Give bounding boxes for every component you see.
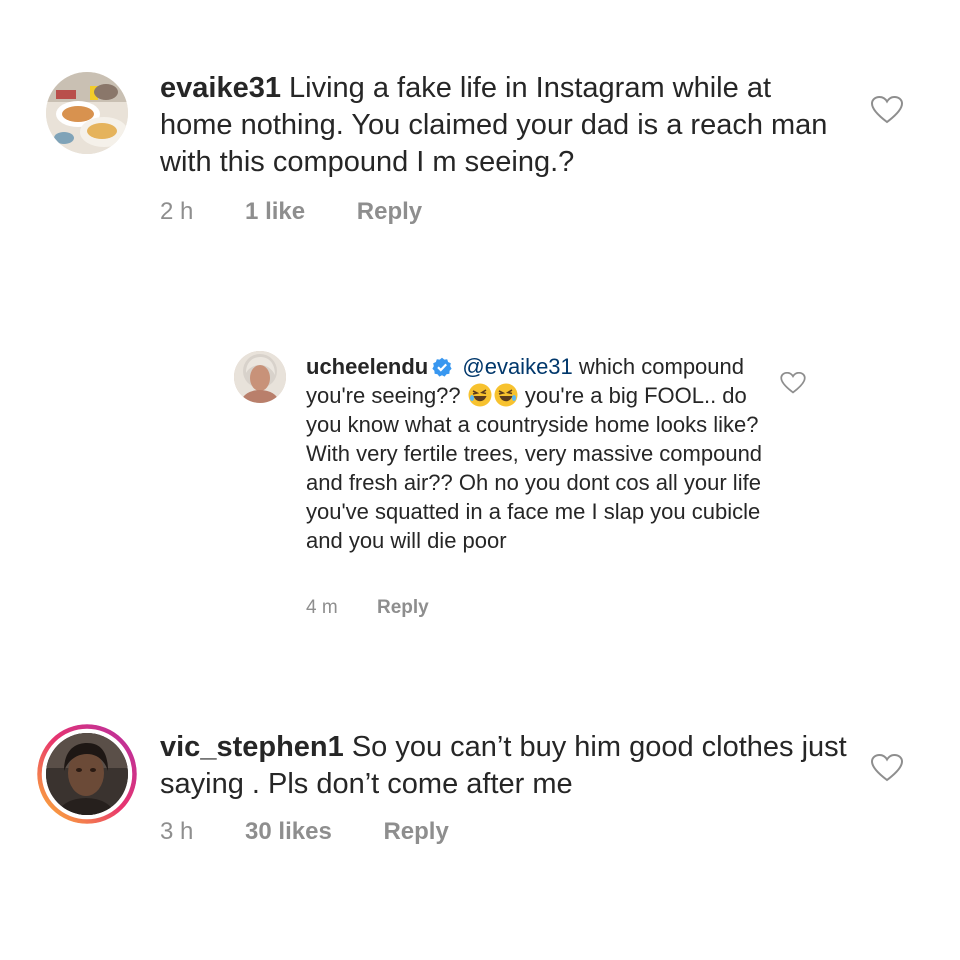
avatar-evaike31[interactable]	[46, 72, 128, 154]
reply-mention[interactable]: @evaike31	[462, 354, 572, 379]
reply-text-part2: you're a big FOOL.. do you know what a c…	[306, 383, 763, 553]
comment-time: 3 h	[160, 818, 194, 845]
heart-outline-icon[interactable]	[780, 372, 806, 394]
heart-outline-icon[interactable]	[871, 96, 903, 124]
verified-badge-icon	[432, 355, 452, 377]
avatar-vic-stephen1[interactable]	[46, 733, 128, 815]
rolling-on-the-floor-laughing-emoji	[493, 382, 519, 408]
reply-body: ucheelendu @evaike31 which compound you'…	[306, 352, 766, 555]
reply-button[interactable]: Reply	[377, 597, 429, 619]
heart-outline-icon[interactable]	[871, 754, 903, 782]
comment-meta: 3 h 30 likes Reply	[160, 818, 449, 846]
comment-body: vic_stephen1 So you can’t buy him good c…	[160, 729, 850, 803]
comment-username[interactable]: vic_stephen1	[160, 731, 344, 763]
reply-button[interactable]: Reply	[357, 198, 422, 226]
reply-meta: 4 m Reply	[306, 597, 429, 619]
comment-time: 2 h	[160, 198, 194, 225]
comment-likes[interactable]: 1 like	[245, 198, 305, 226]
rolling-on-the-floor-laughing-emoji	[467, 382, 493, 408]
reply-button[interactable]: Reply	[383, 818, 448, 846]
reply-time: 4 m	[306, 597, 338, 618]
comment-likes[interactable]: 30 likes	[245, 818, 332, 846]
comment-meta: 2 h 1 like Reply	[160, 198, 422, 226]
reply-username[interactable]: ucheelendu	[306, 354, 428, 379]
comment-body: evaike31 Living a fake life in Instagram…	[160, 70, 850, 181]
comment-username[interactable]: evaike31	[160, 72, 281, 104]
avatar-ucheelendu[interactable]	[234, 351, 286, 403]
